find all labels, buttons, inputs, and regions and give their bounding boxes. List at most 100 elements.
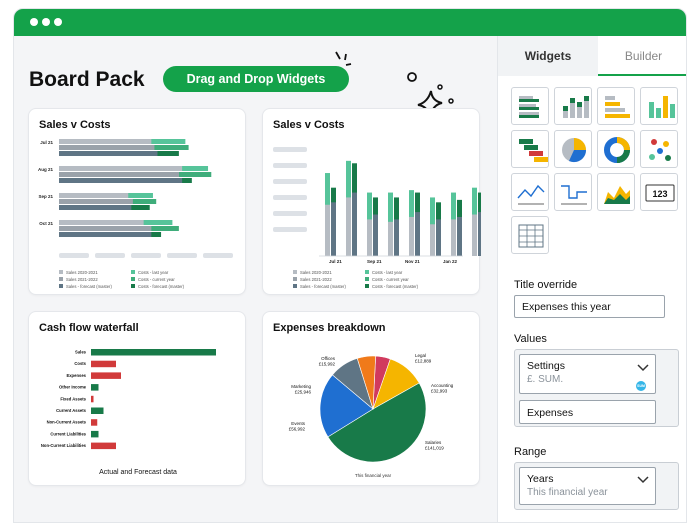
axis-tick-placeholder [59,253,89,258]
legend-label: Sales 2021-2022 [66,277,98,282]
widget-tile-column[interactable] [640,87,678,125]
icon-bar [605,96,615,100]
widget-expenses-breakdown[interactable]: Expenses breakdown Legal £12,889 Accountin… [262,311,480,486]
icon-bar [605,108,625,112]
values-select-sub: £. SUM. [527,374,564,385]
values-group: Settings £. SUM. SUM Expenses [514,349,679,427]
title-override-value: Expenses this year [522,301,611,313]
values-second-field[interactable]: Expenses [519,400,656,424]
legend-swatch [59,270,63,274]
bar-sales-forecast-master- [59,178,183,183]
range-select[interactable]: Years This financial year [519,467,656,505]
icon-bar [584,96,589,101]
column-sales-forecast [457,216,462,256]
category-label: Sales [75,350,87,355]
legend-label: Costs - last year [138,270,169,275]
legend-swatch [293,270,297,274]
widget-tile-table[interactable] [511,216,549,254]
icon-bar [605,114,630,118]
widget-tile-number[interactable]: 123 [640,173,678,211]
values-label: Values [514,333,547,345]
range-select-title: Years [527,473,554,485]
window-dot-1[interactable] [30,18,38,26]
icon-dot [657,148,663,154]
widget-cash-flow-waterfall[interactable]: Cash flow waterfall Sales Costs Expenses Ot… [28,311,246,486]
widget-tile-step-line[interactable] [554,173,592,211]
widget-tile-waterfall[interactable] [511,130,549,168]
column-sales-forecast [394,219,399,256]
widget-tile-pie[interactable] [554,130,592,168]
table-icon [518,224,544,248]
legend-label: Costs - current year [372,277,409,282]
tab-widgets[interactable]: Widgets [498,36,598,76]
tab-builder[interactable]: Builder [598,36,686,76]
widget-sales-v-costs-columns[interactable]: Sales v Costs Jul 21 Sep 21 Nov 21 Jan 22 Sa… [262,108,481,295]
waterfall-bar [91,407,104,414]
pie-icon [562,138,587,163]
tick-label: Jan 22 [443,259,458,264]
y-axis-placeholder [273,195,307,200]
icon-bar [519,139,533,144]
chevron-down-icon[interactable] [637,476,649,484]
donut-icon [604,137,630,163]
legend-swatch [131,270,135,274]
slice-label: Offices [321,356,336,361]
legend-label: Costs - forecast (master) [372,284,419,289]
widget-tile-scatter[interactable] [640,130,678,168]
y-axis-placeholder [273,179,307,184]
widget-tile-area[interactable] [597,173,635,211]
legend-label: Sales 2020-2021 [66,270,98,275]
slice-value-label: £25,946 [295,390,312,395]
icon-bar [524,145,538,150]
bar-sales-2021-2022 [59,199,133,204]
legend-swatch [131,284,135,288]
slice-label: Legal [415,353,426,358]
grouped-bar-icon [519,96,539,118]
bar-sales-2020-2021 [59,193,129,198]
column-sales-2020-2021 [472,214,477,256]
chevron-down-icon[interactable] [637,364,649,372]
column-sales-forecast [373,214,378,256]
y-axis-placeholder [273,147,307,152]
window-dot-3[interactable] [54,18,62,26]
icon-bar [656,108,661,118]
horizontal-bar-icon [605,96,630,118]
icon-dot [649,154,655,160]
waterfall-bar [91,442,116,450]
icon-bar [605,102,620,106]
chart-footer: This financial year [355,473,392,478]
values-select[interactable]: Settings £. SUM. SUM [519,354,656,394]
values-second-value: Expenses [527,407,574,419]
window-dot-2[interactable] [42,18,50,26]
column-sales-2020-2021 [325,204,330,256]
widget-sales-v-costs-horizontal[interactable]: Sales v Costs Jul 21 Aug 21 Sep 21 Oct 21 Sa… [28,108,246,295]
widget-tile-horizontal-bar[interactable] [597,87,635,125]
widget-tile-stacked-column[interactable] [554,87,592,125]
tick-label: Nov 21 [405,259,420,264]
axis-tick-placeholder [203,253,233,258]
slice-label: Marketing [291,384,311,389]
slice-value-label: £32,993 [431,389,448,394]
icon-bar [519,107,539,110]
area-icon [604,186,630,204]
step-line-icon [561,185,587,205]
category-label: Expenses [66,373,86,378]
column-sales-2020-2021 [409,216,414,256]
widget-tile-donut[interactable] [597,130,635,168]
slice-value-label: £141,019 [425,446,444,451]
waterfall-bar [91,430,99,438]
widget-tile-line[interactable] [511,173,549,211]
column-sales-2020-2021 [451,219,456,256]
bar-sales-2021-2022 [59,172,180,177]
title-override-input[interactable]: Expenses this year [514,295,665,318]
waterfall-bar [91,372,121,379]
widget-tile-grouped-bar[interactable] [511,87,549,125]
icon-bar [519,112,539,115]
sum-badge-icon: SUM [636,381,646,391]
bar-sales-2020-2021 [59,139,152,144]
category-label: Other Income [59,385,87,390]
column-sales-2020-2021 [367,219,372,256]
icon-bar [519,104,536,107]
scatter-icon [649,139,671,161]
icon-dot [651,139,657,145]
